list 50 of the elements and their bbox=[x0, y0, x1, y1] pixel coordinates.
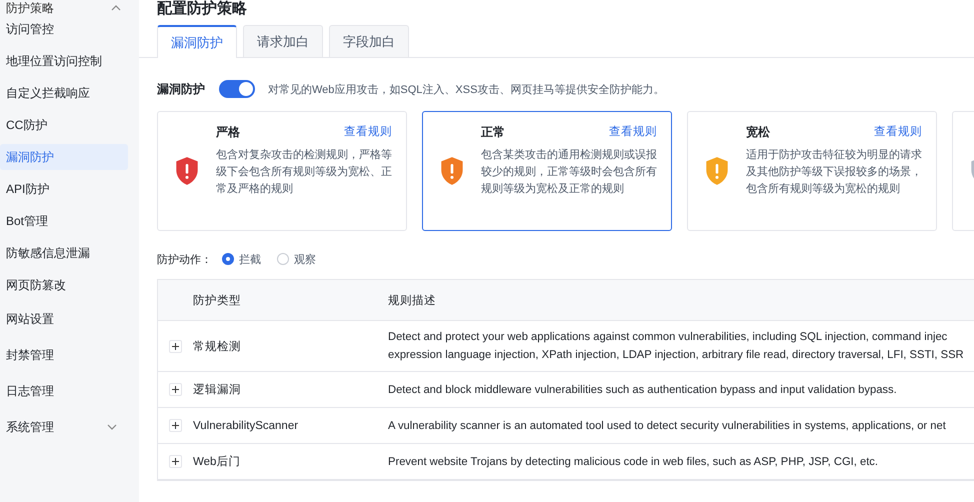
sidebar-section[interactable]: 系统管理 bbox=[0, 414, 139, 440]
sidebar-item[interactable]: API防护 bbox=[0, 176, 128, 202]
level-card[interactable]: 正常 查看规则 包含某类攻击的通用检测规则或误报较少的规则，正常等级时会包含所有规则等级为宽松及正常的规则 bbox=[422, 111, 672, 231]
action-label: 防护动作： bbox=[157, 252, 212, 266]
page-title: 配置防护策略 bbox=[156, 0, 248, 17]
sidebar-item[interactable]: 地理位置访问控制 bbox=[0, 48, 128, 74]
view-rules-link[interactable]: 查看规则 bbox=[609, 124, 657, 141]
tab[interactable]: 请求加白 bbox=[243, 25, 323, 57]
sidebar-item[interactable]: 漏洞防护 bbox=[0, 144, 128, 170]
radio-option[interactable]: 观察 bbox=[277, 252, 316, 266]
toggle-switch[interactable] bbox=[219, 80, 255, 98]
table-cell-text: Detect and protect your web applications against common vulnerabilities, including SQL injection, command injec expression language injection, XPath injection, LDAP injection, arbitrary file read, directory traversal, LFI, SSTI, SSR bbox=[388, 330, 964, 363]
table-cell-text: A vulnerability scanner is an automated tool used to detect security vulnerabilities in systems, applications, or net bbox=[388, 418, 946, 434]
level-title: 正常 bbox=[481, 124, 505, 141]
expand-icon[interactable] bbox=[169, 340, 182, 352]
sidebar-item[interactable]: Bot管理 bbox=[0, 208, 128, 234]
column-header: 防护类型 bbox=[193, 293, 242, 308]
level-title: 严格 bbox=[216, 124, 240, 141]
sidebar-group[interactable]: 防护策略 bbox=[0, 0, 139, 16]
sidebar-section[interactable]: 日志管理 bbox=[0, 378, 139, 404]
sidebar-item[interactable]: 网页防篡改 bbox=[0, 272, 128, 298]
protection-description: 对常见的Web应用攻击，如SQL注入、XSS攻击、网页挂马等提供安全防护能力。 bbox=[268, 82, 664, 96]
table-cell-text: 常规检测 bbox=[193, 340, 242, 354]
expand-icon[interactable] bbox=[169, 455, 182, 468]
table-cell-text: 逻辑漏洞 bbox=[193, 382, 242, 397]
tab[interactable]: 漏洞防护 bbox=[157, 25, 237, 58]
view-rules-link[interactable]: 查看规则 bbox=[344, 124, 392, 141]
sidebar-section[interactable]: 封禁管理 bbox=[0, 342, 139, 368]
table-cell-text: Prevent website Trojans by detecting malicious code in web files, such as ASP, PHP, JSP, CGI, etc. bbox=[388, 454, 878, 470]
level-description: 包含对复杂攻击的检测规则，严格等级下会包含所有规则等级为宽松、正常及严格的规则 bbox=[216, 148, 392, 197]
level-description: 适用于防护攻击特征较为明显的请求及其他防护等级下误报较多的场景，包含所有规则等级为宽松的规则 bbox=[746, 148, 922, 197]
level-description: 包含某类攻击的通用检测规则或误报较少的规则，正常等级时会包含所有规则等级为宽松及正常的规则 bbox=[481, 148, 657, 197]
sidebar-item[interactable]: 防敏感信息泄漏 bbox=[0, 240, 128, 266]
sidebar-item[interactable]: CC防护 bbox=[0, 112, 128, 138]
radio-option[interactable]: 拦截 bbox=[222, 252, 261, 266]
sidebar-section[interactable]: 网站设置 bbox=[0, 306, 139, 332]
protection-label: 漏洞防护 bbox=[157, 80, 205, 98]
sidebar-item[interactable]: 访问管控 bbox=[0, 16, 128, 42]
view-rules-link[interactable]: 查看规则 bbox=[874, 124, 922, 141]
level-title: 宽松 bbox=[746, 124, 770, 141]
table-cell-text: VulnerabilityScanner bbox=[193, 420, 300, 432]
column-header: 规则描述 bbox=[388, 294, 436, 308]
tab[interactable]: 字段加白 bbox=[329, 25, 409, 57]
sidebar-item[interactable]: 自定义拦截响应 bbox=[0, 80, 128, 106]
expand-icon[interactable] bbox=[169, 419, 182, 432]
level-card[interactable]: 宽松 查看规则 适用于防护攻击特征较为明显的请求及其他防护等级下误报较多的场景，包含所有规则等级为宽松的规则 bbox=[687, 111, 937, 231]
table-cell-text: Detect and block middleware vulnerabilities such as authentication bypass and input validation bypass. bbox=[388, 382, 897, 398]
table-cell-text: Web后门 bbox=[193, 454, 242, 469]
expand-icon[interactable] bbox=[169, 383, 182, 396]
level-card[interactable]: 严格 查看规则 包含对复杂攻击的检测规则，严格等级下会包含所有规则等级为宽松、正常及严格的规则 bbox=[157, 111, 407, 231]
